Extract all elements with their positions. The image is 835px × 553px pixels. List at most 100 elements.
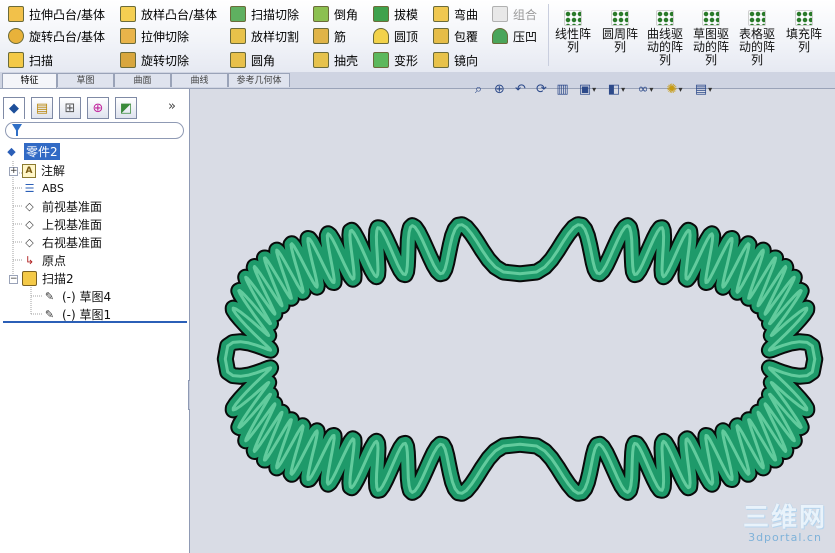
draft-label: 拔模 <box>394 7 419 22</box>
table-driven-pattern-button[interactable]: 表格驱 动的阵 列 <box>735 10 779 67</box>
linear-pattern-button[interactable]: 线性阵 列 <box>551 10 595 54</box>
site-watermark: 三维网 3dportal.cn <box>735 497 835 544</box>
tree-filter-input[interactable] <box>5 122 184 139</box>
tree-item-sweep[interactable]: 扫描2 <box>22 270 74 287</box>
panel-expand-arrows[interactable]: » <box>168 99 176 114</box>
circular-pattern-label-2: 列 <box>613 40 626 54</box>
tree-item-front-plane[interactable]: ◇ 前视基准面 <box>22 198 102 215</box>
graphics-viewport[interactable]: ⌕ ⊕ ↶ ⟳ ▥ ▣ ◧ ∞ ✺ ▤ 三维网 3dportal.cn <box>190 82 835 553</box>
lofted-cut-label: 放样切割 <box>251 29 300 44</box>
feature-tree-icon: ◆ <box>9 101 19 116</box>
configuration-manager-icon: ⊞ <box>64 100 76 116</box>
revolve-boss-label: 旋转凸台/基体 <box>29 29 106 44</box>
flex-button[interactable]: 弯曲 <box>433 4 478 24</box>
wrap-label: 包覆 <box>454 29 479 44</box>
mirror-icon <box>433 52 449 68</box>
expand-annotations-toggle[interactable]: + <box>9 167 18 176</box>
indent-button[interactable]: 压凹 <box>492 26 537 46</box>
tab-surfaces[interactable]: 曲面 <box>114 73 171 87</box>
circular-pattern-icon <box>611 10 629 26</box>
extrude-boss-button[interactable]: 拉伸凸台/基体 <box>8 4 105 24</box>
tree-item-material[interactable]: ☰ ABS <box>22 180 64 197</box>
collapse-sweep-toggle[interactable]: − <box>9 275 18 284</box>
table-driven-pattern-icon <box>748 10 766 26</box>
sketch-driven-pattern-button[interactable]: 草图驱 动的阵 列 <box>689 10 733 67</box>
revolve-cut-button[interactable]: 旋转切除 <box>120 50 189 70</box>
dimxpert-manager-tab[interactable]: ⊕ <box>87 97 109 119</box>
mirror-button[interactable]: 镜向 <box>433 50 478 70</box>
feature-tree-tab[interactable]: ◆ <box>3 97 25 119</box>
mirror-label: 镜向 <box>454 53 479 68</box>
extrude-cut-icon <box>120 28 136 44</box>
origin-label: 原点 <box>42 254 67 268</box>
swept-cut-icon <box>230 6 246 22</box>
revolve-boss-button[interactable]: 旋转凸台/基体 <box>8 26 105 46</box>
spring-sweep-model[interactable] <box>190 89 835 553</box>
material-label: ABS <box>42 182 64 195</box>
top-plane-label: 上视基准面 <box>42 218 103 232</box>
fill-pattern-icon <box>795 10 813 26</box>
tree-item-top-plane[interactable]: ◇ 上视基准面 <box>22 216 102 233</box>
tab-features[interactable]: 特征 <box>2 73 57 88</box>
revolve-cut-label: 旋转切除 <box>141 53 190 68</box>
curve-driven-pattern-button[interactable]: 曲线驱 动的阵 列 <box>643 10 687 67</box>
lofted-cut-icon <box>230 28 246 44</box>
sketch-driven-pattern-label-3: 列 <box>704 53 717 67</box>
shell-icon <box>313 52 329 68</box>
tab-curves[interactable]: 曲线 <box>171 73 228 87</box>
combine-label: 组合 <box>513 7 538 22</box>
filter-icon <box>12 124 22 136</box>
rib-icon <box>313 28 329 44</box>
circular-pattern-button[interactable]: 圆周阵 列 <box>598 10 642 54</box>
extrude-cut-button[interactable]: 拉伸切除 <box>120 26 189 46</box>
deform-button[interactable]: 变形 <box>373 50 418 70</box>
sweep-button[interactable]: 扫描 <box>8 50 53 70</box>
annotations-label: 注解 <box>41 164 66 178</box>
indent-label: 压凹 <box>513 29 538 44</box>
tree-item-annotations[interactable]: A 注解 <box>22 162 65 179</box>
watermark-logo: 三维网 <box>742 503 827 533</box>
indent-icon <box>492 28 508 44</box>
wrap-button[interactable]: 包覆 <box>433 26 478 46</box>
display-manager-tab[interactable]: ◩ <box>115 97 137 119</box>
tree-item-origin[interactable]: ↳ 原点 <box>22 252 66 269</box>
tree-item-sketch4[interactable]: ✎ (-) 草图4 <box>42 288 111 305</box>
curve-driven-pattern-label-3: 列 <box>658 53 671 67</box>
feature-manager-panel: ◆ ▤ ⊞ ⊕ ◩ » ◆ 零件2 + A 注解 ☰ ABS ◇ 前视基准面 ◇… <box>0 89 190 553</box>
tree-part-root[interactable]: ◆ 零件2 <box>4 143 60 160</box>
combine-button[interactable]: 组合 <box>492 4 537 24</box>
sketch-driven-pattern-icon <box>702 10 720 26</box>
lofted-cut-button[interactable]: 放样切割 <box>230 26 299 46</box>
tree-item-right-plane[interactable]: ◇ 右视基准面 <box>22 234 102 251</box>
rollback-bar[interactable] <box>3 321 187 323</box>
loft-boss-button[interactable]: 放样凸台/基体 <box>120 4 217 24</box>
tab-reference-geometry[interactable]: 参考几何体 <box>228 73 290 87</box>
extrude-boss-label: 拉伸凸台/基体 <box>29 7 106 22</box>
display-manager-icon: ◩ <box>119 100 133 116</box>
chamfer-icon <box>313 6 329 22</box>
table-driven-pattern-label-3: 列 <box>750 53 763 67</box>
revolve-boss-icon <box>8 28 24 44</box>
dome-button[interactable]: 圆顶 <box>373 26 418 46</box>
draft-icon <box>373 6 389 22</box>
material-icon: ☰ <box>24 182 35 195</box>
fill-pattern-button[interactable]: 填充阵 列 <box>782 10 826 54</box>
part-name: 零件2 <box>24 143 60 160</box>
origin-icon: ↳ <box>24 254 35 267</box>
shell-label: 抽壳 <box>334 53 359 68</box>
tab-sketch[interactable]: 草图 <box>57 73 114 87</box>
property-manager-tab[interactable]: ▤ <box>31 97 53 119</box>
configuration-manager-tab[interactable]: ⊞ <box>59 97 81 119</box>
rib-button[interactable]: 筋 <box>313 26 346 46</box>
chamfer-label: 倒角 <box>334 7 359 22</box>
sweep-feature-icon <box>22 271 37 286</box>
draft-button[interactable]: 拔模 <box>373 4 418 24</box>
loft-boss-icon <box>120 6 136 22</box>
part-icon: ◆ <box>7 145 16 158</box>
swept-cut-button[interactable]: 扫描切除 <box>230 4 299 24</box>
fillet-button[interactable]: 圆角 <box>230 50 275 70</box>
chamfer-button[interactable]: 倒角 <box>313 4 358 24</box>
plane-icon: ◇ <box>25 236 34 249</box>
extrude-cut-label: 拉伸切除 <box>141 29 190 44</box>
shell-button[interactable]: 抽壳 <box>313 50 358 70</box>
